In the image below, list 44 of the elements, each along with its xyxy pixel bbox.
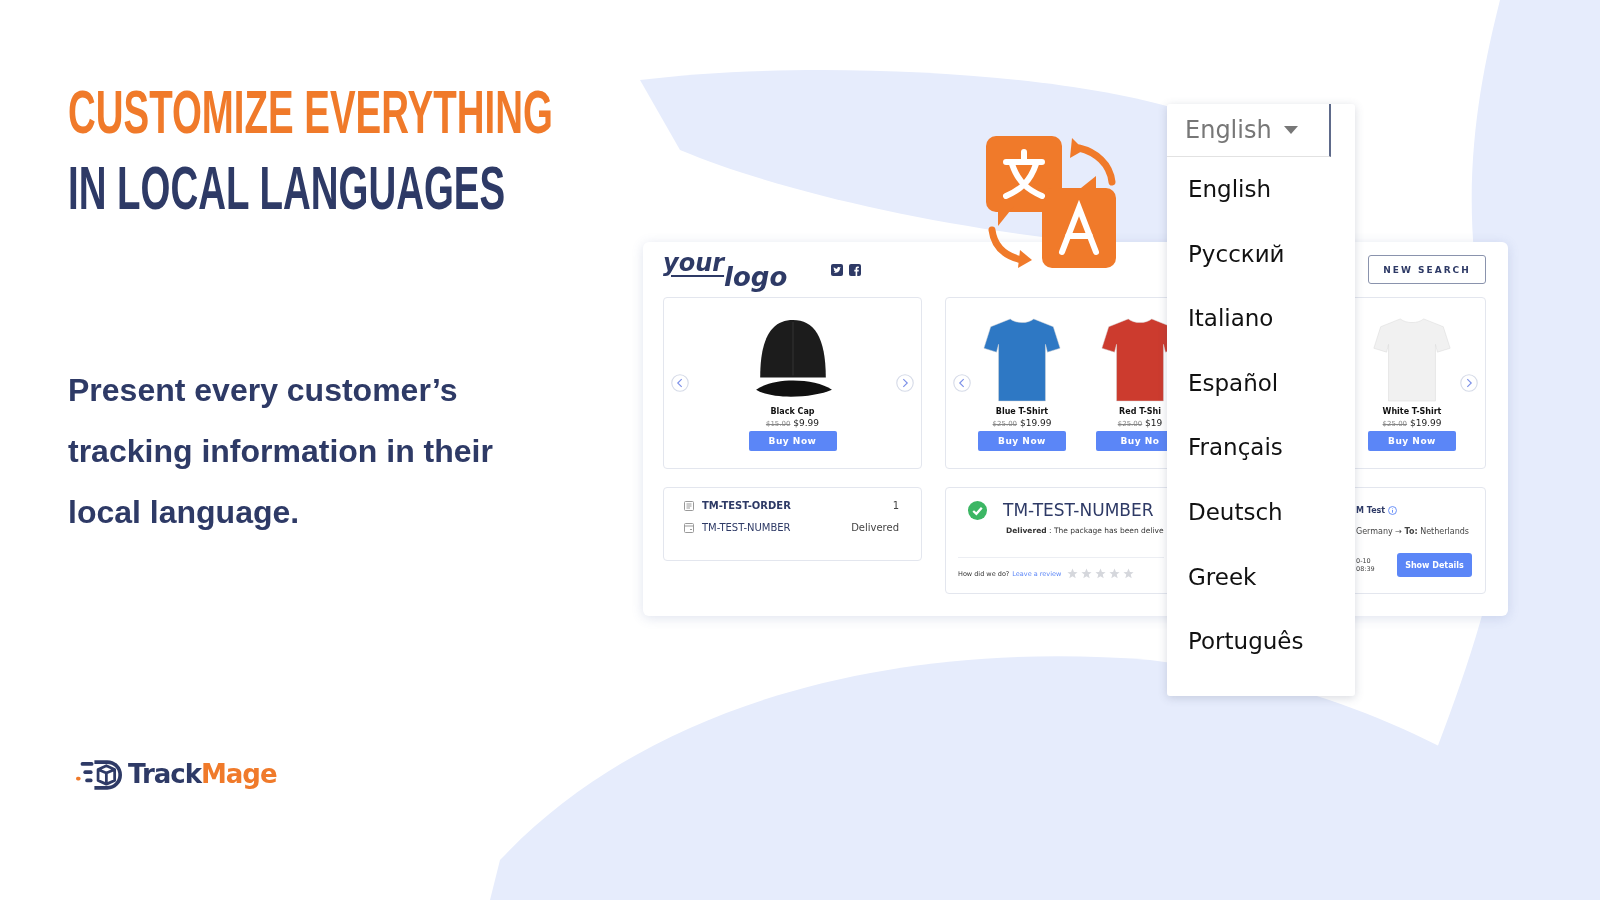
- info-icon[interactable]: [1388, 506, 1398, 515]
- product-name: White T-Shirt: [1382, 407, 1442, 416]
- product-name: Red T-Shi: [1119, 407, 1161, 416]
- t-shirt-icon: [1371, 315, 1453, 403]
- headline: CUSTOMIZE EVERYTHING: [68, 76, 553, 148]
- description: Present every customer’s tracking information in their local language.: [68, 371, 494, 532]
- route: Germany → To: Netherlands: [1356, 527, 1469, 536]
- price: $19: [1145, 418, 1163, 428]
- order-count: 1: [892, 500, 899, 511]
- tracking-number: TM-TEST-NUMBER: [1003, 500, 1154, 520]
- document-icon: [684, 500, 694, 511]
- language-select[interactable]: English: [1167, 104, 1331, 157]
- new-search-button[interactable]: NEW SEARCH: [1368, 255, 1486, 284]
- language-option[interactable]: Deutsch: [1167, 479, 1355, 545]
- price: $19.99: [1019, 418, 1052, 428]
- order-number: TM-TEST-ORDER: [702, 500, 791, 511]
- status: Delivered: [851, 522, 899, 533]
- caret-icon: [1283, 126, 1298, 134]
- language-option[interactable]: Greek: [1167, 544, 1355, 610]
- twitter-icon[interactable]: [831, 263, 844, 276]
- check-icon: [968, 500, 987, 520]
- language-option[interactable]: Español: [1167, 350, 1355, 416]
- language-option[interactable]: Italiano: [1167, 286, 1355, 351]
- language-option[interactable]: English: [1167, 157, 1355, 222]
- price: $19.99: [1409, 418, 1442, 428]
- chevron-right-icon[interactable]: [896, 374, 914, 392]
- box-icon: [76, 758, 122, 790]
- chevron-left-icon[interactable]: [953, 374, 971, 392]
- price: $9.99: [793, 418, 820, 428]
- facebook-icon[interactable]: [849, 263, 862, 276]
- package-icon: [684, 522, 694, 533]
- carrier-name: M Test: [1356, 506, 1386, 515]
- product-name: Blue T-Shirt: [995, 407, 1049, 416]
- t-shirt-icon: [981, 315, 1063, 403]
- star-rating[interactable]: [1067, 568, 1135, 579]
- language-option[interactable]: Русский: [1167, 221, 1355, 287]
- headline: IN LOCAL LANGUAGES: [68, 152, 506, 224]
- product-name: Black Cap: [770, 407, 815, 416]
- brand-name: TrackMage: [128, 759, 277, 789]
- logo: yourlogo: [663, 249, 788, 290]
- chevron-left-icon[interactable]: [671, 374, 689, 392]
- language-option[interactable]: Português: [1167, 609, 1355, 674]
- chevron-right-icon[interactable]: [1460, 374, 1478, 392]
- tracking-number: TM-TEST-NUMBER: [702, 522, 791, 533]
